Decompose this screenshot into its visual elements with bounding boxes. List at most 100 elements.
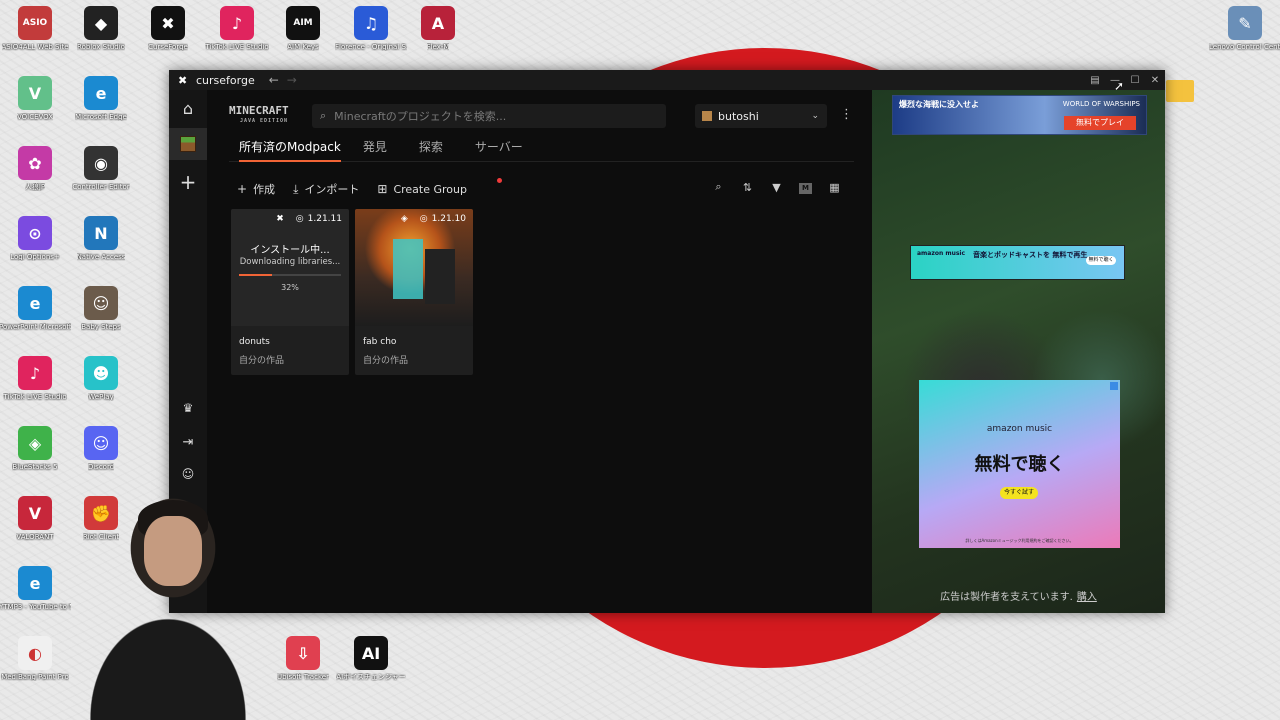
desktop-icon[interactable]: A Flex-M (403, 6, 473, 51)
home-icon[interactable]: ⌂ (169, 92, 207, 124)
profile-select[interactable]: butoshi ⌄ (695, 104, 827, 128)
create-group-button[interactable]: ⊞ Create Group (377, 182, 467, 196)
ad-banner-warships[interactable]: 爆烈な海戦に没入せよ WORLD OF WARSHIPS 無料でプレイ (892, 95, 1147, 135)
app-icon: e (18, 286, 52, 320)
window-controls: ▤ — ☐ ✕ (1085, 70, 1165, 90)
ad-banner-amazon-music[interactable]: amazon music 音楽とポッドキャストを 無料で再生 無料で聴く (910, 245, 1125, 280)
desktop-icon[interactable]: AI AIボイスチェンジャー (336, 636, 406, 681)
app-icon: ♪ (18, 356, 52, 390)
desktop-icon[interactable]: ☻ WePlay (66, 356, 136, 401)
desktop-icon[interactable]: ◉ Controller Editor (66, 146, 136, 191)
desktop-icon-label: CurseForge (148, 43, 188, 51)
tab-owned-modpacks[interactable]: 所有済のModpack (239, 138, 341, 162)
progress-fill (239, 274, 272, 276)
layout-icon[interactable]: ▤ (1085, 75, 1105, 86)
crown-icon[interactable]: ♛ (169, 392, 207, 424)
controller-icon: ◎ (295, 214, 304, 224)
tab-explore[interactable]: 探索 (419, 138, 453, 162)
modpack-toolbar: + 作成 ⤓ インポート ⊞ Create Group (237, 180, 485, 198)
modpack-thumbnail (355, 209, 473, 326)
import-icon: ⤓ (293, 181, 299, 196)
desktop-icon[interactable]: ✿ 人狼JP (0, 146, 70, 191)
curseforge-window: ✖ curseforge ← → ▤ — ☐ ✕ ⌂ + ♛ ⇥ ☺ MINEC… (169, 70, 1165, 613)
desktop-icon[interactable]: ☺ Discord (66, 426, 136, 471)
search-icon: ⌕ (320, 109, 327, 122)
arrow-left-icon[interactable]: ← (269, 73, 279, 87)
grass-block-icon (180, 136, 196, 152)
app-icon: N (84, 216, 118, 250)
minecraft-filter-icon[interactable]: M (791, 180, 820, 194)
app-icon: ASIO (18, 6, 52, 40)
character-figure (393, 239, 423, 299)
import-button[interactable]: ⤓ インポート (293, 181, 359, 197)
desktop-icon[interactable]: ♪ TikTok LIVE Studio (202, 6, 272, 51)
search-input[interactable] (334, 109, 655, 123)
desktop-icon[interactable]: N Native Access (66, 216, 136, 261)
desktop-icon-label: 人狼JP (24, 183, 46, 191)
app-icon: ◆ (84, 6, 118, 40)
sidebar-item-minecraft[interactable] (169, 128, 207, 160)
modpack-card-fab-cho[interactable]: ◈ ◎ 1.21.10 fab cho 自分の作品 (355, 209, 473, 375)
desktop-icon-label: PowerPoint Microsoft 365 (0, 323, 71, 331)
game-edition-text: JAVA EDITION (239, 118, 289, 124)
modpack-card-donuts[interactable]: ✖ ◎ 1.21.11 インストール中... Downloading libra… (231, 209, 349, 375)
arrow-right-icon[interactable]: → (287, 73, 297, 87)
app-icon: ✿ (18, 146, 52, 180)
desktop-icon[interactable]: ✖ CurseForge (133, 6, 203, 51)
modpack-name: fab cho (363, 337, 397, 347)
ad-support-note: 広告は製作者を支えています. 購入 (872, 588, 1165, 603)
grid-view-icon[interactable]: ▦ (820, 181, 849, 194)
login-icon[interactable]: ⇥ (169, 426, 207, 458)
ad-panel: 爆烈な海戦に没入せよ WORLD OF WARSHIPS 無料でプレイ amaz… (872, 90, 1165, 613)
view-controls: ⌕ ⇅ ▼ M ▦ (704, 180, 849, 194)
close-icon[interactable]: ✕ (1145, 75, 1165, 86)
modpack-name: donuts (239, 337, 270, 347)
desktop-icon[interactable]: ✎ Lenovo Control Center (1209, 6, 1280, 51)
ad-box-amazon-music[interactable]: amazon music 無料で聴く 今すぐ試す 詳しくはAmazonミュージッ… (919, 380, 1120, 548)
ad-support-text: 広告は製作者を支えています. (940, 592, 1073, 603)
ad-brand: amazon music (986, 424, 1053, 434)
desktop-icon[interactable]: ⊙ Logi Options+ (0, 216, 70, 261)
plus-icon[interactable]: + (169, 166, 207, 198)
tag-icon: ◈ (400, 214, 408, 224)
desktop-icon[interactable]: ☺ Baby Steps (66, 286, 136, 331)
tab-servers[interactable]: サーバー (475, 138, 533, 162)
curseforge-logo-icon: ✖ (276, 214, 284, 224)
filter-icon[interactable]: ▼ (762, 181, 791, 194)
desktop-icon[interactable]: V VOICEVOX (0, 76, 70, 121)
app-icon: V (18, 496, 52, 530)
desktop-icon[interactable]: e Microsoft Edge (66, 76, 136, 121)
discord-icon[interactable]: ☺ (169, 458, 207, 490)
sort-icon[interactable]: ⇅ (733, 181, 762, 194)
desktop-icon[interactable]: ♫ Florence - Original S... (335, 6, 407, 51)
maximize-icon[interactable]: ☐ (1125, 75, 1145, 86)
ad-try-button[interactable]: 今すぐ試す (1000, 487, 1038, 499)
ad-text: 音楽とポッドキャストを 無料で再生 (973, 251, 1088, 259)
desktop-icon-label: AIM Keys (287, 43, 319, 51)
more-options-icon[interactable]: ⋮ (840, 107, 853, 122)
ad-listen-button[interactable]: 無料で聴く (1086, 256, 1116, 265)
tab-discover[interactable]: 発見 (363, 138, 397, 162)
desktop-icon-label: TikTok LIVE Studio (205, 43, 269, 51)
desktop-icon[interactable]: ♪ TikTok LIVE Studio (0, 356, 70, 401)
app-title: curseforge (196, 73, 255, 87)
search-icon[interactable]: ⌕ (704, 180, 733, 194)
desktop-icon[interactable]: ASIO ASIO4ALL Web Site (0, 6, 70, 51)
desktop-icon[interactable]: AIM AIM Keys (268, 6, 338, 51)
folder-icon[interactable] (1166, 80, 1194, 102)
app-icon: e (18, 566, 52, 600)
buy-link[interactable]: 購入 (1077, 592, 1097, 603)
app-icon: V (18, 76, 52, 110)
ad-play-button[interactable]: 無料でプレイ (1064, 116, 1136, 130)
desktop-icon[interactable]: ◆ Roblox Studio (66, 6, 136, 51)
plus-icon: + (237, 182, 248, 196)
title-bar[interactable]: ✖ curseforge ← → ▤ — ☐ ✕ (169, 70, 1165, 90)
desktop-icon[interactable]: e PowerPoint Microsoft 365 (0, 286, 71, 331)
search-bar[interactable]: ⌕ (312, 104, 666, 128)
ad-choices-icon[interactable] (1110, 382, 1118, 390)
create-button[interactable]: + 作成 (237, 181, 275, 197)
desktop-icon[interactable]: ◈ BlueStacks 5 (0, 426, 70, 471)
modpack-thumbnail (231, 209, 349, 326)
app-icon: A (421, 6, 455, 40)
app-icon: ⇩ (286, 636, 320, 670)
